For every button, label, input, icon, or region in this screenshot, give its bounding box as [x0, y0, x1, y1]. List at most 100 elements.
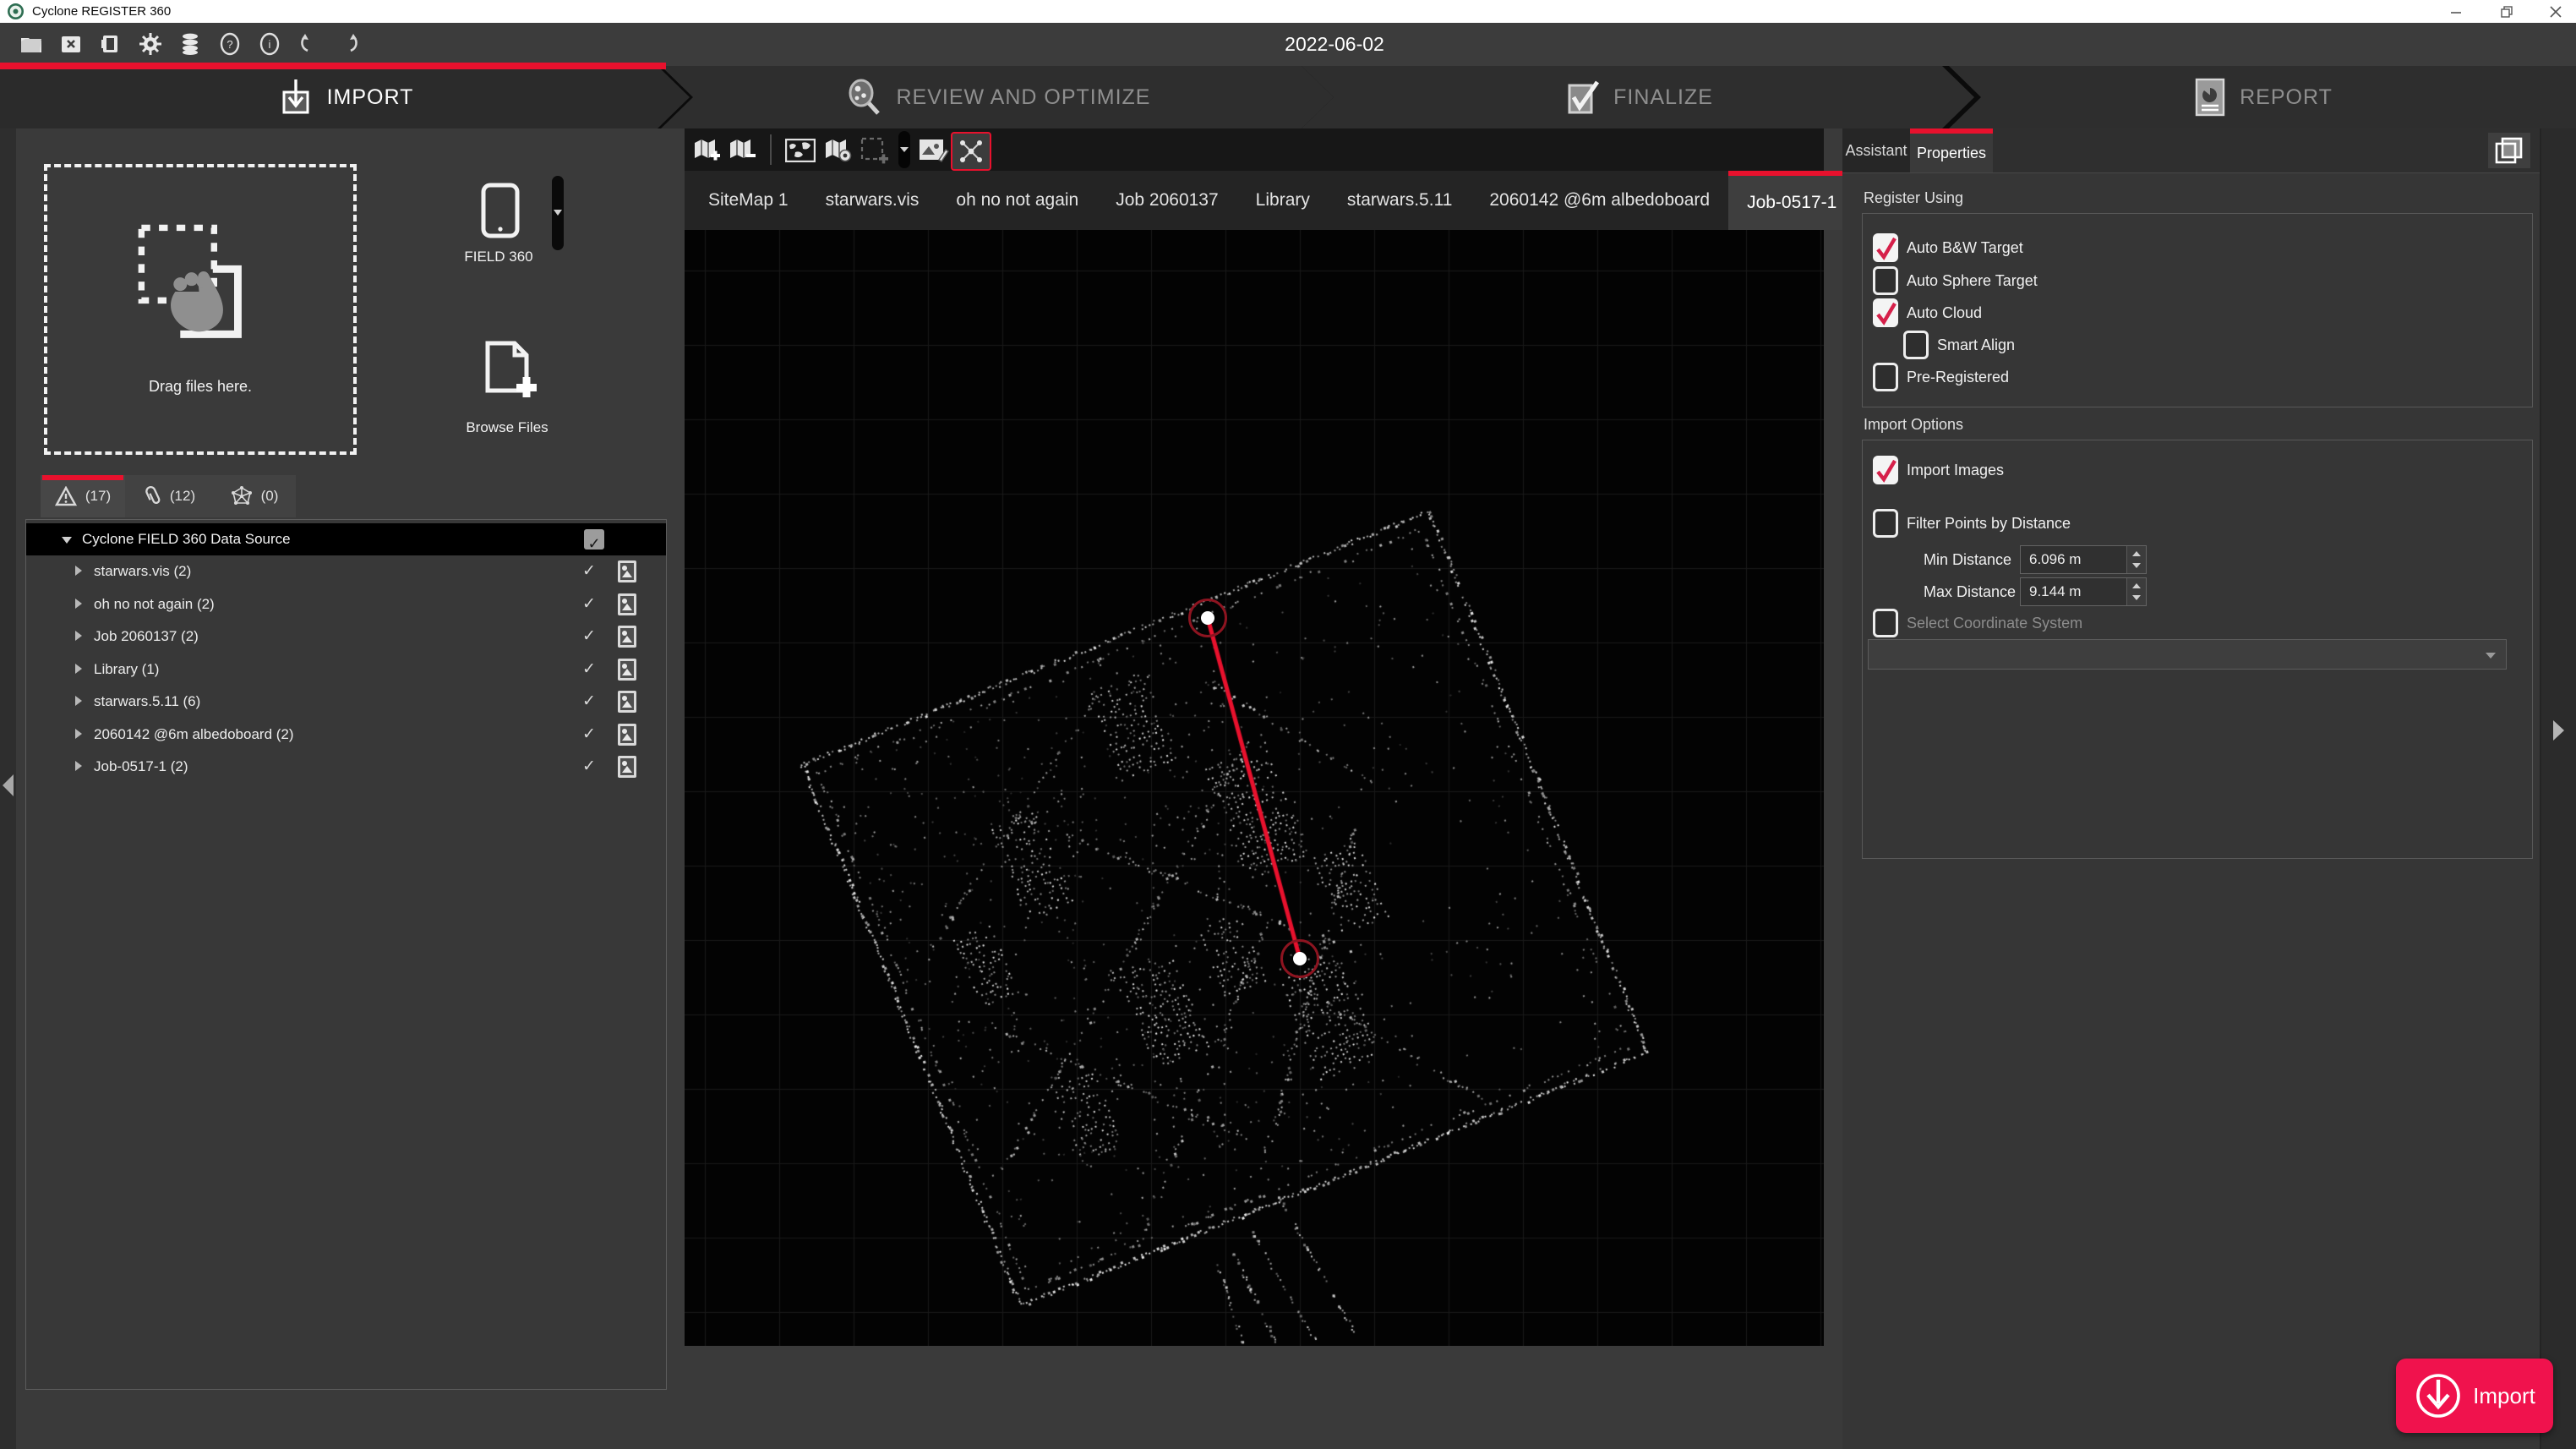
scan-setup-node[interactable] [1188, 599, 1227, 637]
min-distance-value: 6.096 m [2029, 546, 2081, 573]
expand-icon[interactable] [75, 729, 82, 739]
checkbox[interactable] [1903, 331, 1929, 359]
minimize-button[interactable] [2437, 0, 2475, 23]
tree-item[interactable]: oh no not again (2) [26, 588, 666, 621]
item-checkmark[interactable] [580, 621, 598, 653]
min-distance-spinner[interactable] [2126, 546, 2146, 573]
workflow-step-label: REVIEW AND OPTIMIZE [897, 85, 1151, 110]
point-cloud-canvas[interactable] [685, 230, 1824, 1346]
tree-root-row[interactable]: Cyclone FIELD 360 Data Source [26, 523, 666, 555]
item-checkmark[interactable] [580, 751, 598, 784]
restore-button[interactable] [2488, 0, 2525, 23]
tab-limit-boxes[interactable]: (0) [213, 475, 296, 517]
tree-item[interactable]: starwars.vis (2) [26, 555, 666, 588]
checkbox[interactable] [1873, 509, 1898, 538]
settings-button[interactable] [138, 31, 163, 57]
add-sitemap-button[interactable] [691, 135, 722, 166]
spin-down-icon[interactable] [2132, 563, 2141, 568]
point-cloud-viewport[interactable] [685, 230, 1824, 1346]
app-logo-icon [8, 3, 24, 19]
help-button[interactable]: ? [217, 31, 243, 57]
tab-attachments[interactable]: (12) [125, 475, 213, 517]
tab-properties[interactable]: Properties [1910, 128, 1993, 172]
scan-setup-node[interactable] [1280, 939, 1319, 978]
tab-warnings[interactable]: (17) [41, 475, 125, 517]
tree-item[interactable]: starwars.5.11 (6) [26, 686, 666, 718]
max-distance-field[interactable]: 9.144 m [2020, 577, 2147, 606]
tab-count: (17) [85, 488, 111, 505]
spin-up-icon[interactable] [2132, 551, 2141, 556]
expand-icon[interactable] [75, 664, 82, 674]
edit-image-button[interactable] [919, 135, 949, 166]
tree-item[interactable]: Library (1) [26, 653, 666, 686]
register-using-title: Register Using [1864, 189, 1963, 207]
max-distance-spinner[interactable] [2126, 578, 2146, 605]
workflow-step-review-and-optimize[interactable]: REVIEW AND OPTIMIZE [661, 66, 1334, 128]
spin-up-icon[interactable] [2132, 583, 2141, 588]
item-checkmark[interactable] [580, 588, 598, 621]
checkbox[interactable] [1873, 363, 1898, 391]
expand-icon[interactable] [75, 566, 82, 576]
workflow-step-import[interactable]: IMPORT [0, 66, 690, 128]
sitemap-tab[interactable]: Library [1237, 171, 1329, 230]
undo-button[interactable] [297, 31, 322, 57]
help-icon: ? [218, 32, 242, 56]
sitemap-tab[interactable]: starwars.5.11 [1329, 171, 1471, 230]
min-distance-field[interactable]: 6.096 m [2020, 545, 2147, 574]
tree-item[interactable]: Job-0517-1 (2) [26, 751, 666, 783]
remove-sitemap-button[interactable] [727, 135, 757, 166]
panel-layout-button[interactable] [2488, 133, 2530, 168]
checkbox[interactable] [1873, 298, 1898, 327]
collapse-right-panel-arrow[interactable] [2553, 720, 2564, 741]
spin-down-icon[interactable] [2132, 595, 2141, 600]
item-checkmark[interactable] [580, 653, 598, 686]
checkbox[interactable] [1873, 456, 1898, 484]
field360-dropdown[interactable] [552, 176, 564, 250]
thumbnail-icon[interactable] [618, 756, 636, 790]
sitemap-tab[interactable]: starwars.vis [807, 171, 938, 230]
about-button[interactable]: i [257, 31, 282, 57]
expand-icon[interactable] [75, 631, 82, 641]
thickness-dropdown[interactable] [898, 131, 910, 168]
expand-icon[interactable] [75, 599, 82, 609]
world-map-button[interactable] [785, 135, 816, 166]
field360-phone-icon[interactable] [481, 183, 520, 238]
delete-project-button[interactable] [58, 31, 84, 57]
checkbox[interactable] [1873, 233, 1898, 262]
browse-files-icon[interactable] [483, 340, 537, 407]
item-checkmark[interactable] [580, 719, 598, 752]
sitemap-tab[interactable]: SiteMap 1 [690, 171, 807, 230]
coordinate-system-dropdown[interactable] [1868, 639, 2507, 670]
root-checkbox[interactable] [584, 529, 604, 550]
tree-item[interactable]: 2060142 @6m albedoboard (2) [26, 719, 666, 751]
expand-icon[interactable] [75, 761, 82, 771]
area-select-button[interactable] [860, 135, 890, 166]
close-button[interactable] [2537, 0, 2574, 23]
storage-button[interactable] [177, 31, 203, 57]
item-checkmark[interactable] [580, 555, 598, 588]
tree-item[interactable]: Job 2060137 (2) [26, 621, 666, 653]
open-project-button[interactable] [19, 31, 44, 57]
sitemap-tab-active[interactable]: Job-0517-1 [1728, 171, 1855, 230]
drag-files-drop-zone[interactable]: Drag files here. [44, 164, 357, 455]
link-tool-button[interactable] [951, 132, 991, 171]
expand-collapse-icon[interactable] [62, 537, 72, 544]
import-project-button[interactable] [98, 31, 123, 57]
import-source-panel: Drag files here. FIELD 360 Browse Files … [16, 128, 676, 1449]
sitemap-tab[interactable]: 2060142 @6m albedoboard [1471, 171, 1728, 230]
checkbox[interactable] [1873, 266, 1898, 295]
redo-button[interactable] [336, 31, 362, 57]
sitemap-tab[interactable]: Job 2060137 [1097, 171, 1236, 230]
import-button-label: Import [2473, 1383, 2535, 1409]
import-button[interactable]: Import [2396, 1359, 2553, 1433]
checkbox[interactable] [1873, 609, 1898, 637]
expand-icon[interactable] [75, 696, 82, 706]
item-checkmark[interactable] [580, 686, 598, 719]
workflow-step-finalize[interactable]: FINALIZE [1302, 66, 1974, 128]
sitemap-location-button[interactable] [822, 135, 853, 166]
collapse-left-panel-arrow[interactable] [3, 774, 14, 796]
limit-box-icon [231, 485, 253, 507]
tab-assistant[interactable]: Assistant [1842, 128, 1910, 172]
workflow-step-report[interactable]: REPORT [1949, 66, 2576, 128]
sitemap-tab[interactable]: oh no not again [937, 171, 1097, 230]
